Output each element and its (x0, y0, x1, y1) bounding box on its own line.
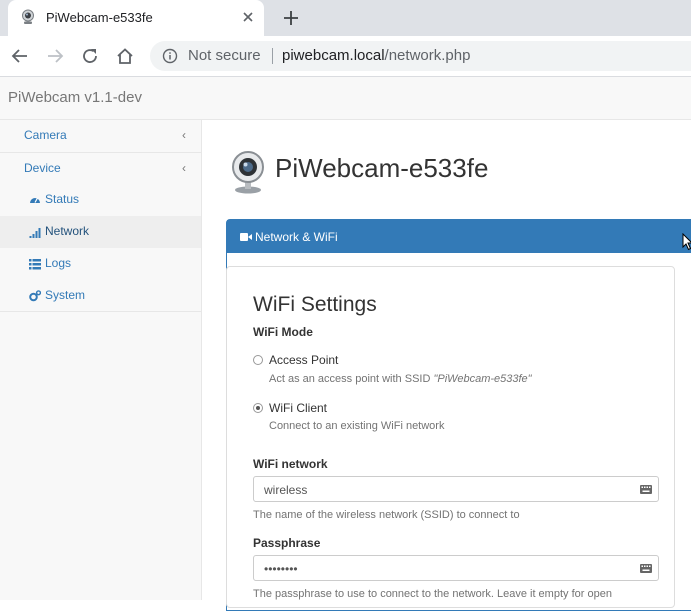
wifi-client-label[interactable]: WiFi Client (269, 401, 327, 415)
sidebar-item-label: Device (24, 161, 61, 175)
info-icon[interactable] (162, 48, 178, 64)
sidebar-subitem-label: Network (45, 224, 90, 238)
access-point-ssid: "PiWebcam-e533fe" (433, 373, 532, 385)
cogs-icon (29, 290, 41, 302)
wifi-mode-label: WiFi Mode (253, 325, 313, 339)
mouse-cursor-icon (682, 233, 691, 251)
close-icon[interactable] (240, 9, 256, 25)
url-path: /network.php (384, 47, 471, 64)
url-text[interactable]: piwebcam.local/network.php (282, 47, 470, 64)
keyboard-icon[interactable] (640, 485, 652, 494)
url-host: piwebcam.local (282, 47, 385, 64)
video-camera-icon (240, 233, 252, 241)
page-title: PiWebcam-e533fe (275, 153, 489, 183)
panel-heading: Network & WiFi (227, 220, 691, 253)
chevron-left-icon: ‹ (182, 128, 186, 142)
signal-icon (29, 228, 41, 238)
wifi-settings-heading: WiFi Settings (253, 293, 377, 316)
keyboard-icon[interactable] (640, 564, 652, 573)
passphrase-help: The passphrase to use to connect to the … (253, 588, 612, 600)
sidebar: Camera ‹ Device ‹ Status Network Logs Sy… (0, 120, 202, 600)
wifi-network-label: WiFi network (253, 457, 328, 471)
address-bar[interactable]: Not secure piwebcam.local/network.php (150, 41, 691, 71)
webcam-logo-icon (232, 151, 264, 194)
chevron-left-icon: ‹ (182, 161, 186, 175)
sidebar-subitem-label: System (45, 288, 86, 302)
new-tab-plus-icon[interactable] (281, 8, 301, 28)
sidebar-item-camera[interactable]: Camera ‹ (0, 120, 201, 153)
access-point-label[interactable]: Access Point (269, 353, 338, 367)
back-arrow-icon[interactable] (10, 46, 30, 66)
browser-tabstrip: PiWebcam-e533fe (0, 0, 691, 36)
sidebar-subitem-logs[interactable]: Logs (0, 248, 201, 280)
panel-title: Network & WiFi (255, 230, 338, 244)
browser-toolbar: Not secure piwebcam.local/network.php (0, 36, 691, 77)
sidebar-item-label: Camera (24, 128, 67, 142)
sidebar-subitem-system[interactable]: System (0, 280, 201, 312)
app-brand[interactable]: PiWebcam v1.1-dev (8, 89, 142, 106)
tab-title: PiWebcam-e533fe (46, 10, 153, 25)
passphrase-label: Passphrase (253, 536, 321, 550)
webcam-favicon-icon (22, 9, 34, 24)
reload-icon[interactable] (80, 46, 100, 66)
passphrase-value: •••••••• (264, 562, 298, 576)
sidebar-subitem-label: Logs (45, 256, 72, 270)
passphrase-input[interactable]: •••••••• (253, 555, 659, 581)
wifi-network-value: wireless (264, 483, 308, 497)
wifi-network-help: The name of the wireless network (SSID) … (253, 509, 520, 521)
dashboard-icon (30, 197, 40, 203)
sidebar-subitem-network[interactable]: Network (0, 216, 201, 248)
sidebar-divider (0, 311, 201, 312)
access-point-help-text: Act as an access point with SSID (269, 373, 434, 385)
access-point-help: Act as an access point with SSID "PiWebc… (269, 373, 532, 385)
wifi-network-input[interactable]: wireless (253, 476, 659, 502)
access-point-radio[interactable] (253, 355, 263, 365)
sidebar-subitem-status[interactable]: Status (0, 184, 201, 216)
wifi-client-help: Connect to an existing WiFi network (269, 420, 445, 432)
forward-arrow-icon[interactable] (45, 46, 65, 66)
wifi-client-radio[interactable] (253, 403, 263, 413)
not-secure-label: Not secure (188, 47, 261, 64)
omnibox-divider (272, 48, 273, 64)
list-icon (29, 259, 41, 270)
app-navbar: PiWebcam v1.1-dev (0, 77, 691, 120)
sidebar-subitem-label: Status (45, 192, 80, 206)
sidebar-item-device[interactable]: Device ‹ (0, 153, 201, 185)
home-icon[interactable] (115, 46, 135, 66)
browser-tab[interactable]: PiWebcam-e533fe (8, 0, 264, 36)
